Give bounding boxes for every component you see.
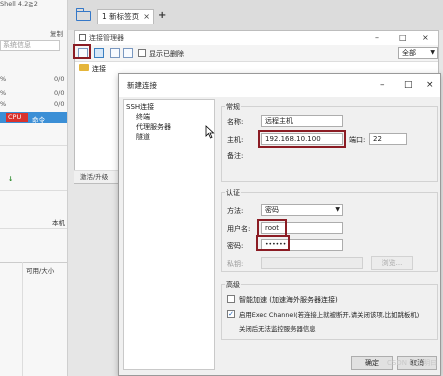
stat-cpu-val: 0/0 bbox=[54, 75, 65, 83]
browse-button[interactable]: 浏览... bbox=[371, 256, 413, 270]
chevron-down-icon: ▼ bbox=[335, 206, 340, 213]
password-highlight bbox=[256, 235, 290, 251]
main-sidebar: Shell 4.2≧2 复制 系统信息 % 0/0 % 0/0 % 0/0 CP… bbox=[0, 0, 68, 376]
settings-tree: SSH连接 终端 代理服务器 隧道 bbox=[123, 99, 215, 370]
close-icon[interactable]: × bbox=[426, 74, 434, 96]
manager-toolbar: 显示已删除 全部 ▼ bbox=[73, 44, 438, 62]
advanced-heading: 高级 bbox=[225, 280, 241, 290]
cmd-tab[interactable]: 命令 bbox=[32, 114, 45, 124]
new-connection-highlight bbox=[73, 44, 91, 59]
method-label: 方法: bbox=[227, 207, 244, 215]
method-select[interactable]: 密码 ▼ bbox=[261, 204, 343, 216]
show-deleted-checkbox[interactable] bbox=[138, 49, 146, 57]
size-column-header[interactable]: 可用/大小 bbox=[26, 265, 54, 275]
tree-root[interactable]: 连接 bbox=[92, 64, 106, 74]
stat-mem-val: 0/0 bbox=[54, 89, 65, 97]
upgrade-link[interactable]: 激活/升级 bbox=[74, 170, 120, 183]
password-label: 密码: bbox=[227, 242, 244, 250]
close-icon[interactable]: × bbox=[143, 10, 150, 23]
stat-mem: % bbox=[0, 89, 7, 97]
mouse-cursor-icon bbox=[205, 125, 215, 139]
tree-item-proxy[interactable]: 代理服务器 bbox=[136, 122, 171, 132]
collapse-icon[interactable] bbox=[123, 48, 133, 58]
chevron-down-icon: ▼ bbox=[430, 49, 435, 56]
local-label: 本机 bbox=[52, 219, 65, 227]
expand-icon[interactable] bbox=[110, 48, 120, 58]
tab-label: 1 新标签页 bbox=[102, 12, 140, 21]
host-label: 主机: bbox=[227, 136, 244, 144]
divider bbox=[0, 145, 67, 146]
folder-icon[interactable] bbox=[76, 8, 91, 21]
smart-accel-checkbox[interactable] bbox=[227, 295, 235, 303]
exec-channel-note: 关闭后无法监控服务器信息 bbox=[239, 325, 316, 333]
tab-new[interactable]: 1 新标签页 × bbox=[97, 9, 154, 24]
minimize-icon[interactable]: – bbox=[380, 74, 385, 96]
filter-value: 全部 bbox=[402, 49, 416, 57]
host-highlight bbox=[258, 130, 346, 148]
divider bbox=[0, 190, 67, 191]
port-label: 端口: bbox=[349, 136, 366, 144]
auth-heading: 认证 bbox=[225, 188, 241, 198]
port-input[interactable]: 22 bbox=[369, 133, 407, 145]
method-value: 密码 bbox=[265, 206, 279, 214]
name-label: 名称: bbox=[227, 118, 244, 126]
stat-cpu: % bbox=[0, 75, 7, 83]
copy-button[interactable]: 复制 bbox=[50, 28, 63, 38]
smart-accel-label: 智能加速 (加速海外服务器连接) bbox=[239, 296, 338, 304]
stat-swap-val: 0/0 bbox=[54, 100, 65, 108]
manager-title: 连接管理器 bbox=[75, 31, 438, 45]
app-title: Shell 4.2≧2 bbox=[0, 0, 38, 8]
watermark: CSDN @小明曰 bbox=[387, 359, 438, 367]
stat-swap: % bbox=[0, 100, 7, 108]
divider bbox=[0, 228, 67, 229]
filter-select[interactable]: 全部 ▼ bbox=[398, 47, 438, 59]
exec-channel-checkbox[interactable]: ✓ bbox=[227, 310, 235, 318]
tree-item-tunnel[interactable]: 隧道 bbox=[136, 132, 150, 142]
general-heading: 常规 bbox=[225, 102, 241, 112]
new-connection-dialog: 新建连接 – □ × SSH连接 终端 代理服务器 隧道 常规 名称: 远程主机… bbox=[118, 73, 441, 376]
dialog-title: 新建连接 bbox=[119, 74, 440, 97]
add-tab-icon[interactable]: + bbox=[158, 9, 166, 22]
divider bbox=[22, 262, 23, 376]
tree-item-terminal[interactable]: 终端 bbox=[136, 112, 150, 122]
cpu-tab[interactable]: CPU bbox=[6, 113, 28, 122]
key-label: 私钥: bbox=[227, 260, 244, 268]
download-arrow-icon: ↓ bbox=[8, 175, 14, 183]
folder-add-icon[interactable] bbox=[94, 48, 104, 58]
maximize-icon[interactable]: □ bbox=[404, 74, 413, 96]
name-input[interactable]: 远程主机 bbox=[261, 115, 343, 127]
key-input[interactable] bbox=[261, 257, 363, 269]
note-label: 备注: bbox=[227, 152, 244, 160]
sysinfo-field[interactable]: 系统信息 bbox=[0, 40, 60, 51]
divider bbox=[0, 262, 67, 263]
folder-icon bbox=[79, 64, 89, 71]
show-deleted-label: 显示已删除 bbox=[149, 50, 184, 58]
exec-channel-label: 启用Exec Channel(若连接上就被断开,请关闭该项,比如跳板机) bbox=[239, 311, 420, 319]
manager-window-icon bbox=[79, 34, 86, 41]
user-label: 用户名: bbox=[227, 225, 251, 233]
tree-item-ssh[interactable]: SSH连接 bbox=[126, 102, 154, 112]
maximize-icon[interactable]: □ bbox=[399, 31, 407, 44]
minimize-icon[interactable]: – bbox=[375, 31, 379, 44]
close-icon[interactable]: × bbox=[422, 31, 429, 44]
